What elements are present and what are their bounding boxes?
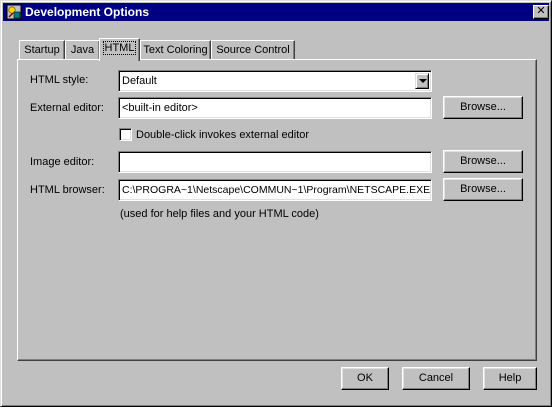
help-label: Help [498,372,522,384]
html-browser-label: HTML browser: [30,184,105,196]
tab-java[interactable]: Java [65,40,100,60]
html-browser-browse-label: Browse... [460,183,506,195]
html-browser-browse-button[interactable]: Browse... [443,178,523,201]
ok-label: OK [357,372,373,384]
title-bar[interactable]: Development Options ✕ [3,3,549,21]
tab-startup[interactable]: Startup [19,40,65,60]
html-style-select[interactable]: Default [118,70,432,92]
app-icon [6,4,22,20]
close-icon: ✕ [536,5,546,17]
help-button[interactable]: Help [483,367,537,390]
tab-source-control-label: Source Control [216,44,290,56]
tab-java-label: Java [70,44,95,56]
tab-startup-label: Startup [24,44,60,56]
html-style-value: Default [122,75,157,87]
browser-note: (used for help files and your HTML code) [120,208,319,220]
tab-text-coloring[interactable]: Text Coloring [140,40,211,60]
external-editor-field[interactable]: <built-in editor> [118,97,432,119]
chevron-down-icon[interactable] [415,73,429,89]
tab-html-label: HTML [102,41,137,55]
ok-button[interactable]: OK [341,367,389,390]
cancel-button[interactable]: Cancel [402,367,470,390]
cancel-label: Cancel [418,372,454,384]
window-title: Development Options [25,5,150,19]
html-browser-field[interactable]: C:\PROGRA~1\Netscape\COMMUN~1\Program\NE… [118,179,432,201]
double-click-checkbox[interactable] [119,128,132,141]
tab-html[interactable]: HTML [99,38,140,61]
external-editor-label: External editor: [30,102,104,114]
image-editor-browse-label: Browse... [460,155,506,167]
development-options-dialog: Development Options ✕ Startup Java HTML … [0,0,552,407]
double-click-label[interactable]: Double-click invokes external editor [136,129,309,141]
html-browser-value: C:\PROGRA~1\Netscape\COMMUN~1\Program\NE… [122,184,431,196]
image-editor-label: Image editor: [30,156,95,168]
external-editor-browse-label: Browse... [460,101,506,113]
external-editor-value: <built-in editor> [122,102,198,114]
image-editor-browse-button[interactable]: Browse... [443,150,523,173]
image-editor-field[interactable] [118,151,432,173]
close-button[interactable]: ✕ [533,5,549,19]
tab-text-coloring-label: Text Coloring [143,44,208,56]
tab-source-control[interactable]: Source Control [211,40,295,60]
html-style-label: HTML style: [30,74,89,86]
external-editor-browse-button[interactable]: Browse... [443,96,523,119]
